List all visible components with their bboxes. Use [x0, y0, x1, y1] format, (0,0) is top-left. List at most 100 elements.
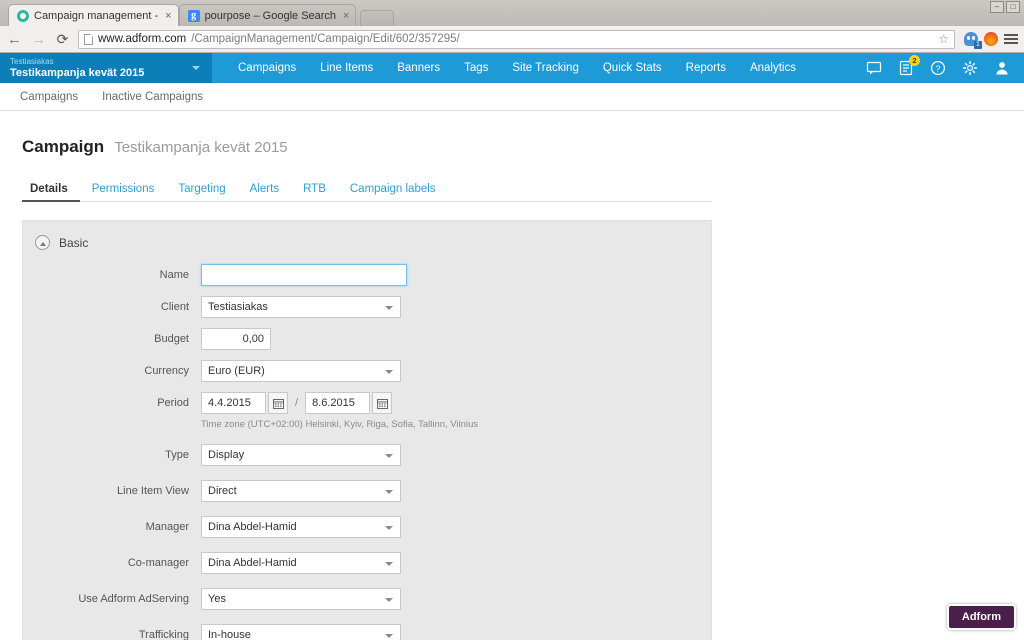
new-tab-button[interactable]: [360, 10, 395, 26]
co-manager-control: Dina Abdel-Hamid: [201, 552, 401, 574]
browser-tab-campaign-management[interactable]: Campaign management - ×: [8, 4, 179, 26]
nav-item-quick-stats[interactable]: Quick Stats: [591, 53, 674, 83]
nav-item-line-items[interactable]: Line Items: [308, 53, 385, 83]
nav-item-reports[interactable]: Reports: [674, 53, 738, 83]
budget-control: [201, 328, 271, 350]
period-control: /: [201, 392, 393, 414]
basic-form: Name Client Testiasiakas Budget 0,00 Cur…: [23, 264, 711, 640]
type-control: Display: [201, 444, 401, 466]
form-row-manager: Manager Dina Abdel-Hamid: [23, 516, 711, 538]
help-icon[interactable]: ?: [930, 60, 946, 76]
adserving-label: Use Adform AdServing: [78, 593, 189, 605]
browser-toolbar: ← → ⟳ www.adform.com/CampaignManagement/…: [0, 26, 1024, 53]
nav-item-campaigns[interactable]: Campaigns: [226, 53, 308, 83]
bookmark-star-icon[interactable]: ☆: [938, 32, 949, 46]
timezone-note: Time zone (UTC+02:00) Helsinki, Kyiv, Ri…: [201, 419, 479, 430]
chevron-down-icon: [385, 634, 393, 638]
tab-campaign-labels[interactable]: Campaign labels: [338, 177, 448, 201]
maximize-button[interactable]: □: [1006, 1, 1020, 13]
period-label: Period: [157, 397, 189, 409]
type-label: Type: [165, 449, 189, 461]
user-icon[interactable]: [994, 60, 1010, 76]
page-title-secondary: Testikampanja kevät 2015: [114, 139, 288, 156]
chevron-down-icon[interactable]: [192, 66, 200, 70]
currency-label: Currency: [144, 365, 189, 377]
client-control: Testiasiakas: [201, 296, 401, 318]
adserving-control: Yes: [201, 588, 401, 610]
minimize-button[interactable]: –: [990, 1, 1004, 13]
account-selector[interactable]: Testiasiakas Testikampanja kevät 2015: [0, 53, 212, 83]
nav-item-banners[interactable]: Banners: [385, 53, 452, 83]
name-label: Name: [159, 269, 189, 281]
chevron-up-icon[interactable]: [35, 235, 50, 250]
close-icon[interactable]: ×: [165, 10, 171, 22]
close-icon[interactable]: ×: [343, 10, 349, 22]
tab-permissions[interactable]: Permissions: [80, 177, 167, 201]
tab-details[interactable]: Details: [22, 177, 80, 202]
browser-tab-google-search[interactable]: g pourpose – Google Search ×: [178, 4, 357, 26]
chevron-down-icon: [385, 562, 393, 566]
gear-icon[interactable]: [962, 60, 978, 76]
adform-watermark-badge[interactable]: Adform: [946, 604, 1016, 630]
tab-rtb[interactable]: RTB: [291, 177, 338, 201]
browser-menu-icon[interactable]: [1004, 34, 1018, 44]
manager-select-value: Dina Abdel-Hamid: [208, 521, 297, 533]
window-controls: – □: [990, 1, 1020, 13]
form-row-trafficking: Trafficking In-house: [23, 624, 711, 640]
adserving-select[interactable]: Yes: [201, 588, 401, 610]
line-item-view-select-value: Direct: [208, 485, 237, 497]
chevron-down-icon: [385, 490, 393, 494]
line-item-view-select[interactable]: Direct: [201, 480, 401, 502]
client-select[interactable]: Testiasiakas: [201, 296, 401, 318]
co-manager-label: Co-manager: [127, 557, 189, 569]
url-path: /CampaignManagement/Campaign/Edit/602/35…: [191, 33, 460, 45]
calendar-icon-end[interactable]: [372, 392, 393, 414]
timezone-note-row: Time zone (UTC+02:00) Helsinki, Kyiv, Ri…: [23, 416, 711, 430]
main-nav-links: Campaigns Line Items Banners Tags Site T…: [212, 53, 808, 83]
nav-item-analytics[interactable]: Analytics: [738, 53, 808, 83]
forward-icon[interactable]: →: [30, 32, 47, 47]
currency-select[interactable]: Euro (EUR): [201, 360, 401, 382]
secondary-nav: Campaigns Inactive Campaigns: [0, 83, 1024, 111]
back-icon[interactable]: ←: [6, 32, 23, 47]
type-select[interactable]: Display: [201, 444, 401, 466]
address-bar[interactable]: www.adform.com/CampaignManagement/Campai…: [78, 29, 955, 49]
page-info-icon[interactable]: [84, 33, 93, 45]
manager-label: Manager: [145, 521, 189, 533]
tab-targeting[interactable]: Targeting: [166, 177, 237, 201]
chat-icon[interactable]: [866, 60, 882, 76]
trafficking-select-value: In-house: [208, 629, 251, 640]
form-row-adserving: Use Adform AdServing Yes: [23, 588, 711, 610]
google-g-icon: g: [187, 9, 200, 22]
co-manager-select[interactable]: Dina Abdel-Hamid: [201, 552, 401, 574]
nav-item-site-tracking[interactable]: Site Tracking: [500, 53, 590, 83]
basic-section-panel: Basic Name Client Testiasiakas Budget 0,…: [22, 220, 712, 640]
trafficking-select[interactable]: In-house: [201, 624, 401, 640]
period-end-input[interactable]: [305, 392, 371, 414]
trafficking-control: In-house: [201, 624, 401, 640]
name-input[interactable]: [201, 264, 407, 286]
reload-icon[interactable]: ⟳: [54, 32, 71, 46]
url-domain: www.adform.com: [98, 33, 187, 45]
flame-extension-icon[interactable]: [984, 32, 998, 46]
currency-control: Euro (EUR): [201, 360, 401, 382]
budget-input[interactable]: [201, 328, 271, 350]
teal-circle-icon: [17, 9, 29, 22]
svg-text:?: ?: [936, 63, 941, 73]
form-row-client: Client Testiasiakas: [23, 296, 711, 318]
manager-select[interactable]: Dina Abdel-Hamid: [201, 516, 401, 538]
form-row-period: Period /: [23, 392, 711, 414]
notes-icon[interactable]: 2: [898, 55, 920, 76]
name-control: [201, 264, 407, 286]
co-manager-select-value: Dina Abdel-Hamid: [208, 557, 297, 569]
nav-item-tags[interactable]: Tags: [452, 53, 500, 83]
client-select-value: Testiasiakas: [208, 301, 268, 313]
form-row-budget: Budget: [23, 328, 711, 350]
tab-alerts[interactable]: Alerts: [238, 177, 291, 201]
line-item-view-label: Line Item View: [117, 485, 189, 497]
period-start-input[interactable]: [201, 392, 266, 414]
calendar-icon-start[interactable]: [268, 392, 288, 414]
ghost-extension-icon[interactable]: 1: [964, 32, 982, 49]
subnav-item-inactive-campaigns[interactable]: Inactive Campaigns: [102, 91, 203, 103]
subnav-item-campaigns[interactable]: Campaigns: [20, 91, 78, 103]
